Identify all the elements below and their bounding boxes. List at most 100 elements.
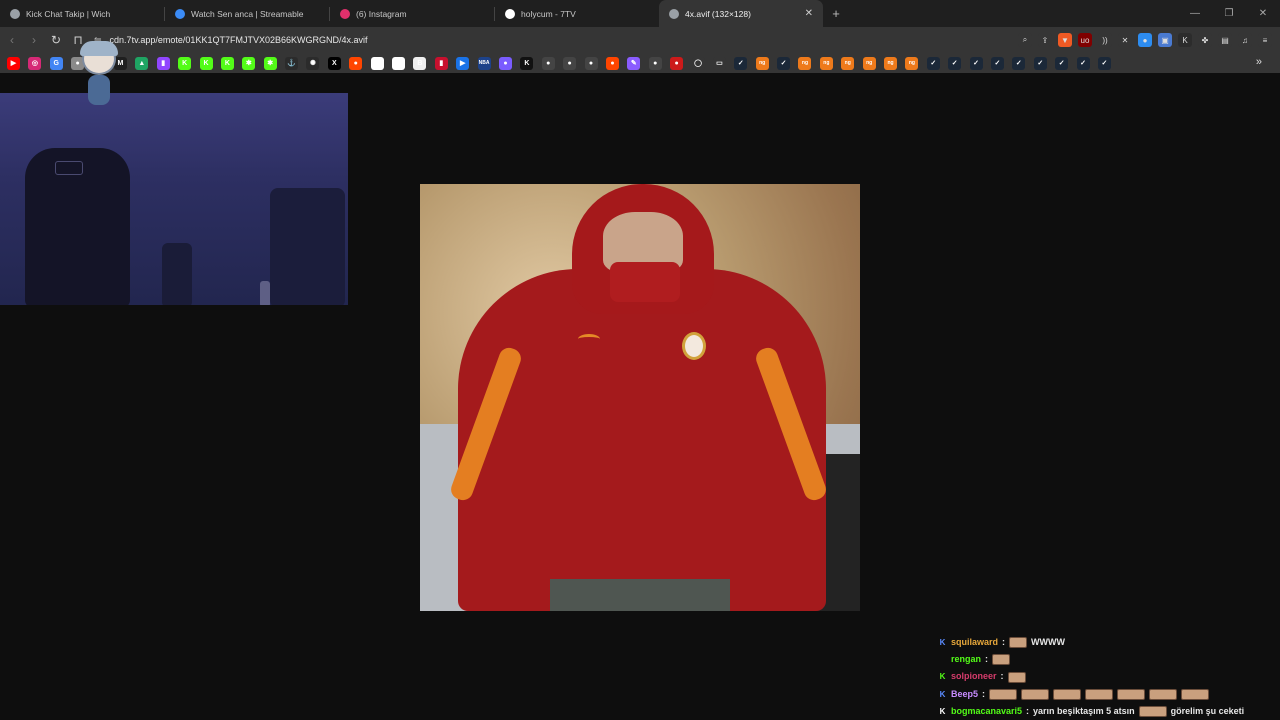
- bookmark-reddit-icon[interactable]: ●: [349, 56, 363, 70]
- chat-badge-icon: K: [939, 689, 946, 699]
- bookmark-p-site-icon[interactable]: P: [370, 56, 384, 70]
- minimize-button[interactable]: —: [1178, 0, 1212, 27]
- bookmark-x-icon[interactable]: X: [327, 56, 341, 70]
- tab-2[interactable]: (6) Instagram: [330, 0, 494, 27]
- new-tab-button[interactable]: +: [823, 0, 849, 27]
- bookmark-instagram-icon[interactable]: ◎: [28, 56, 42, 70]
- tab-title: Kick Chat Takip | Wich: [26, 8, 111, 19]
- bookmark-ng-2-icon[interactable]: ng: [798, 56, 812, 70]
- share-icon[interactable]: ⇪: [1038, 33, 1052, 47]
- bookmark-kick-1-icon[interactable]: K: [178, 56, 192, 70]
- reload-button[interactable]: ↻: [46, 30, 66, 50]
- chat-message: Ksquilaward: WWWW: [938, 634, 1280, 651]
- audio-icon[interactable]: )): [1098, 33, 1112, 47]
- extension-gray-icon[interactable]: ✕: [1118, 33, 1132, 47]
- bookmark-steam-10-icon[interactable]: ✓: [1076, 56, 1090, 70]
- chat-username[interactable]: solpioneer: [951, 668, 997, 685]
- bookmark-translate-icon[interactable]: G: [49, 56, 63, 70]
- bookmark-kick-2-icon[interactable]: K: [199, 56, 213, 70]
- bookmark-sync-2-icon[interactable]: ✱: [263, 56, 277, 70]
- bookmark-ng-7-icon[interactable]: ng: [905, 56, 919, 70]
- bookmark-anchor-icon[interactable]: ⚓: [285, 56, 299, 70]
- tab-favicon-icon: [505, 8, 515, 19]
- bookmark-drive-icon[interactable]: ▲: [135, 56, 149, 70]
- brave-shield-icon[interactable]: ▼: [1058, 33, 1072, 47]
- extensions-icon[interactable]: ✤: [1198, 33, 1212, 47]
- address-toolbar: ‹ › ↻ ⊓ ⇋ cdn.7tv.app/emote/01KK1QT7FMJT…: [0, 27, 1280, 53]
- close-window-button[interactable]: ✕: [1246, 0, 1280, 27]
- bookmark-github-1-icon[interactable]: ●: [541, 56, 555, 70]
- bookmark-ng-5-icon[interactable]: ng: [862, 56, 876, 70]
- bookmark-folder-icon[interactable]: ▭: [712, 56, 726, 70]
- bookmark-steam-1-icon[interactable]: ✓: [734, 56, 748, 70]
- url-text[interactable]: cdn.7tv.app/emote/01KK1QT7FMJTVX02B66KWG…: [110, 35, 368, 45]
- back-button[interactable]: ‹: [2, 30, 22, 50]
- window-controls: — ❐ ✕: [1178, 0, 1280, 27]
- bookmark-ng-1-icon[interactable]: ng: [755, 56, 769, 70]
- bookmark-steam-3-icon[interactable]: ✓: [926, 56, 940, 70]
- chat-username[interactable]: bogmacanavari5: [951, 703, 1022, 720]
- bookmark-github-4-icon[interactable]: ●: [648, 56, 662, 70]
- bookmark-steam-4-icon[interactable]: ✓: [948, 56, 962, 70]
- tab-close-icon[interactable]: ✕: [805, 8, 813, 19]
- ublock-icon[interactable]: uo: [1078, 33, 1092, 47]
- bookmark-ng-6-icon[interactable]: ng: [884, 56, 898, 70]
- chat-emote-icon: [989, 688, 1018, 700]
- tab-title: Watch Sen anca | Streamable: [191, 8, 304, 19]
- tab-1[interactable]: Watch Sen anca | Streamable: [165, 0, 329, 27]
- bookmark-youtube-icon[interactable]: ▶: [7, 56, 20, 70]
- chat-colon: :: [1026, 705, 1030, 716]
- brand-logo: [578, 334, 600, 344]
- playlist-icon[interactable]: ♫: [1238, 33, 1252, 47]
- bookmark-r-site-icon[interactable]: B: [413, 56, 427, 70]
- microphone: [162, 243, 192, 305]
- bookmarks-overflow-icon[interactable]: »: [1256, 56, 1262, 68]
- chat-colon: :: [985, 654, 989, 665]
- menu-icon[interactable]: ≡: [1258, 33, 1272, 47]
- sidebar-icon[interactable]: ▤: [1218, 33, 1232, 47]
- bookmark-steam-5-icon[interactable]: ✓: [969, 56, 983, 70]
- bookmark-kick-3-icon[interactable]: K: [220, 56, 234, 70]
- bookmark-ng-4-icon[interactable]: ng: [841, 56, 855, 70]
- tab-0[interactable]: Kick Chat Takip | Wich: [0, 0, 164, 27]
- bookmark-twitch-icon[interactable]: ▮: [156, 56, 170, 70]
- bookmark-kx-icon[interactable]: K: [520, 56, 534, 70]
- bookmark-redsite-icon[interactable]: ▮: [434, 56, 448, 70]
- bookmark-steam-7-icon[interactable]: ✓: [1012, 56, 1026, 70]
- tab-4[interactable]: 4x.avif (132×128) ✕: [659, 0, 823, 27]
- bookmark-steam-8-icon[interactable]: ✓: [1033, 56, 1047, 70]
- tab-title: 4x.avif (132×128): [685, 8, 751, 19]
- restore-button[interactable]: ❐: [1212, 0, 1246, 27]
- zoom-icon[interactable]: ⌕: [1018, 33, 1032, 47]
- bookmark-chatgpt-icon[interactable]: ✺: [306, 56, 320, 70]
- bookmark-circle-outline-icon[interactable]: ◯: [691, 56, 705, 70]
- chat-username[interactable]: Beep5: [951, 686, 978, 703]
- bookmark-red-dot-icon[interactable]: ●: [670, 56, 684, 70]
- bookmark-nba-icon[interactable]: NBA: [477, 56, 491, 70]
- bookmark-steam-11-icon[interactable]: ✓: [1097, 56, 1111, 70]
- bookmark-bluecircle-icon[interactable]: ▶: [456, 56, 470, 70]
- bookmark-steam-2-icon[interactable]: ✓: [777, 56, 791, 70]
- bookmark-reddit-2-icon[interactable]: ●: [605, 56, 619, 70]
- bottle: [260, 281, 270, 305]
- extension-blue-icon[interactable]: ●: [1138, 33, 1152, 47]
- bookmark-sync-1-icon[interactable]: ✱: [242, 56, 256, 70]
- bookmark-globe-icon[interactable]: ●: [498, 56, 512, 70]
- bookmark-steam-6-icon[interactable]: ✓: [990, 56, 1004, 70]
- chat-username[interactable]: squilaward: [951, 634, 998, 651]
- bookmark-feather-icon[interactable]: ✎: [627, 56, 641, 70]
- bookmark-amazon-icon[interactable]: a: [392, 56, 406, 70]
- chat-colon: :: [1000, 671, 1004, 682]
- translate-icon[interactable]: ▣: [1158, 33, 1172, 47]
- bookmark-ng-3-icon[interactable]: ng: [819, 56, 833, 70]
- bookmark-steam-9-icon[interactable]: ✓: [1055, 56, 1069, 70]
- tab-3[interactable]: holycum - 7TV: [495, 0, 659, 27]
- club-crest: [682, 332, 706, 360]
- address-bar[interactable]: ⇋ cdn.7tv.app/emote/01KK1QT7FMJTVX02B66K…: [94, 30, 954, 50]
- bookmark-github-2-icon[interactable]: ●: [563, 56, 577, 70]
- chat-text: yarın beşiktaşım 5 atsın: [1033, 705, 1135, 716]
- bookmark-github-3-icon[interactable]: ●: [584, 56, 598, 70]
- forward-button[interactable]: ›: [24, 30, 44, 50]
- kick-extension-icon[interactable]: K: [1178, 33, 1192, 47]
- chat-username[interactable]: rengan: [951, 651, 981, 668]
